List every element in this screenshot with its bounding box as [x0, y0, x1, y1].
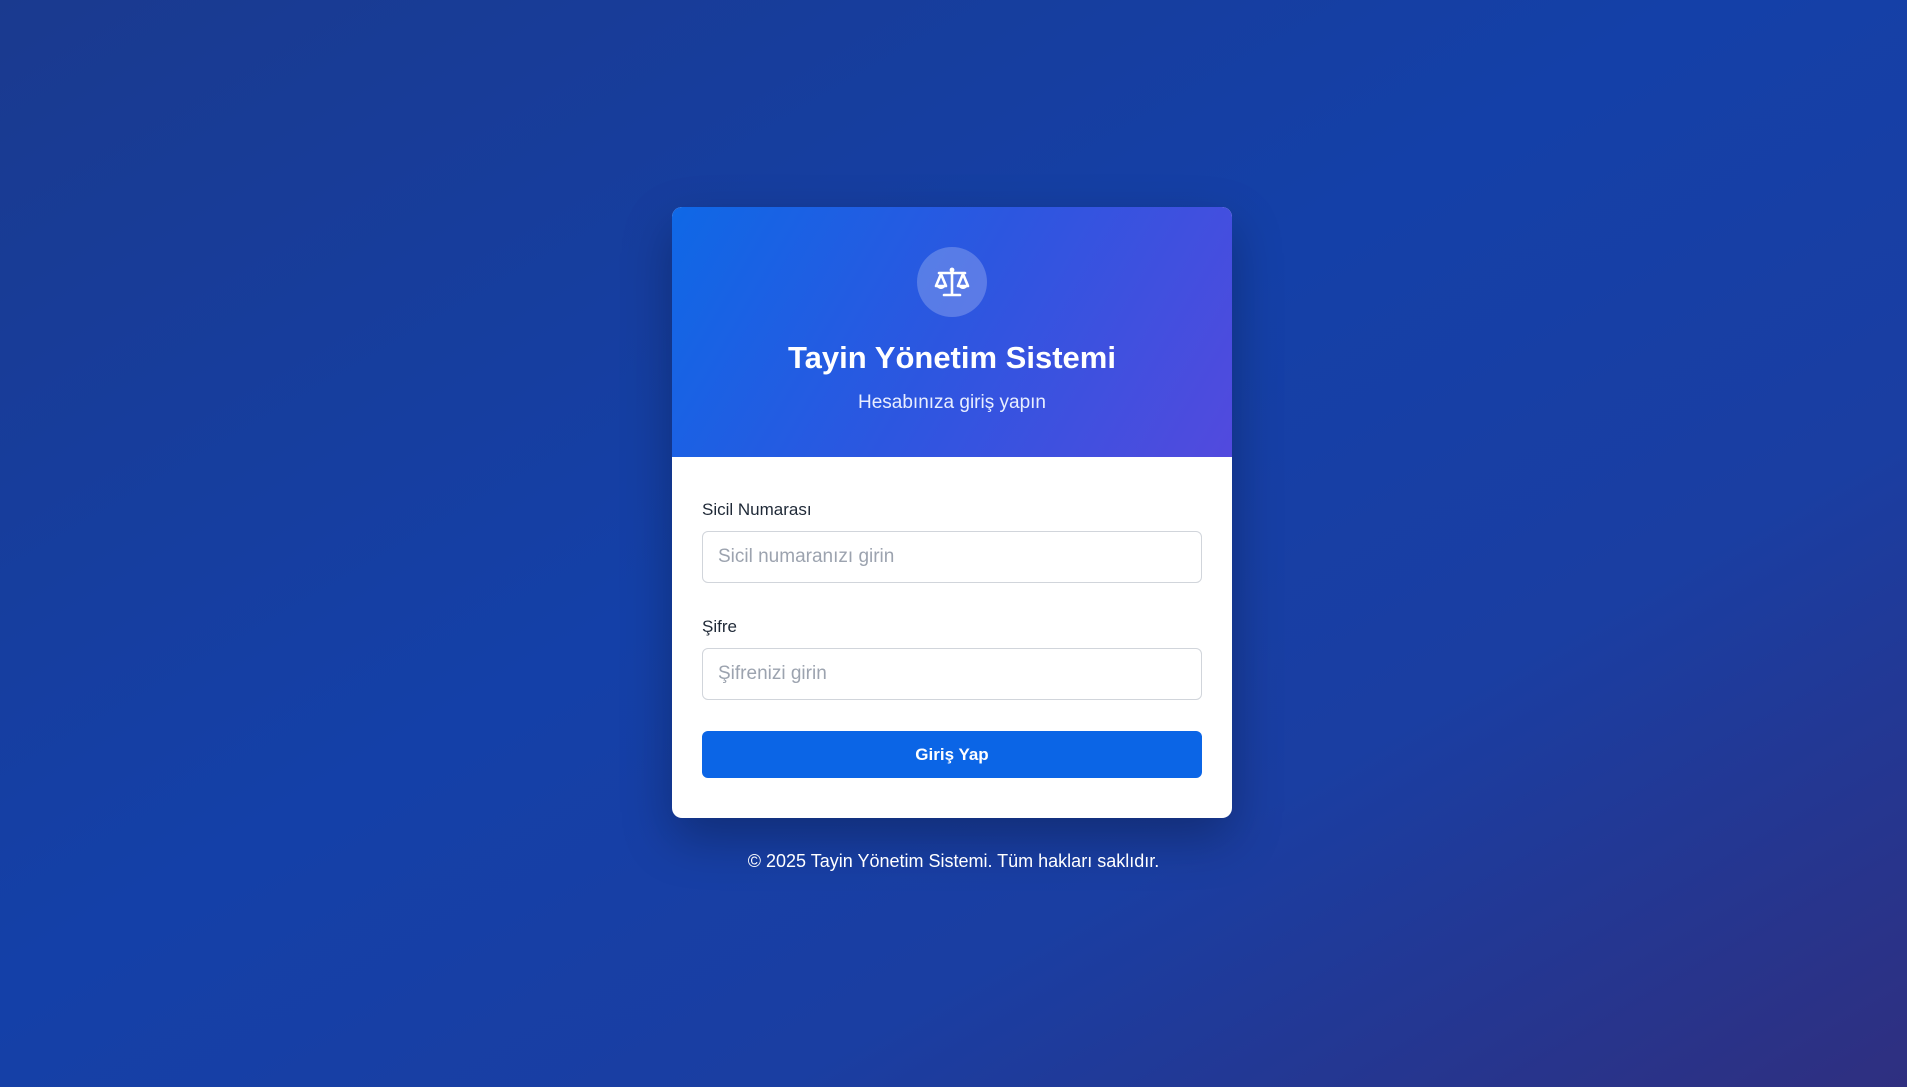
app-title: Tayin Yönetim Sistemi	[788, 340, 1116, 375]
footer-copyright: © 2025 Tayin Yönetim Sistemi. Tüm haklar…	[747, 851, 1160, 871]
registry-number-input[interactable]	[702, 531, 1202, 583]
password-input[interactable]	[702, 648, 1202, 700]
login-subtitle: Hesabınıza giriş yapın	[858, 392, 1046, 413]
login-button[interactable]: Giriş Yap	[702, 731, 1202, 778]
header-text: Tayin Yönetim Sistemi Hesabınıza giriş y…	[672, 207, 1232, 457]
card-header: Tayin Yönetim Sistemi Hesabınıza giriş y…	[672, 207, 1232, 457]
password-label: Şifre	[702, 617, 737, 636]
login-card: Tayin Yönetim Sistemi Hesabınıza giriş y…	[672, 207, 1232, 818]
registry-number-label: Sicil Numarası	[702, 500, 812, 519]
